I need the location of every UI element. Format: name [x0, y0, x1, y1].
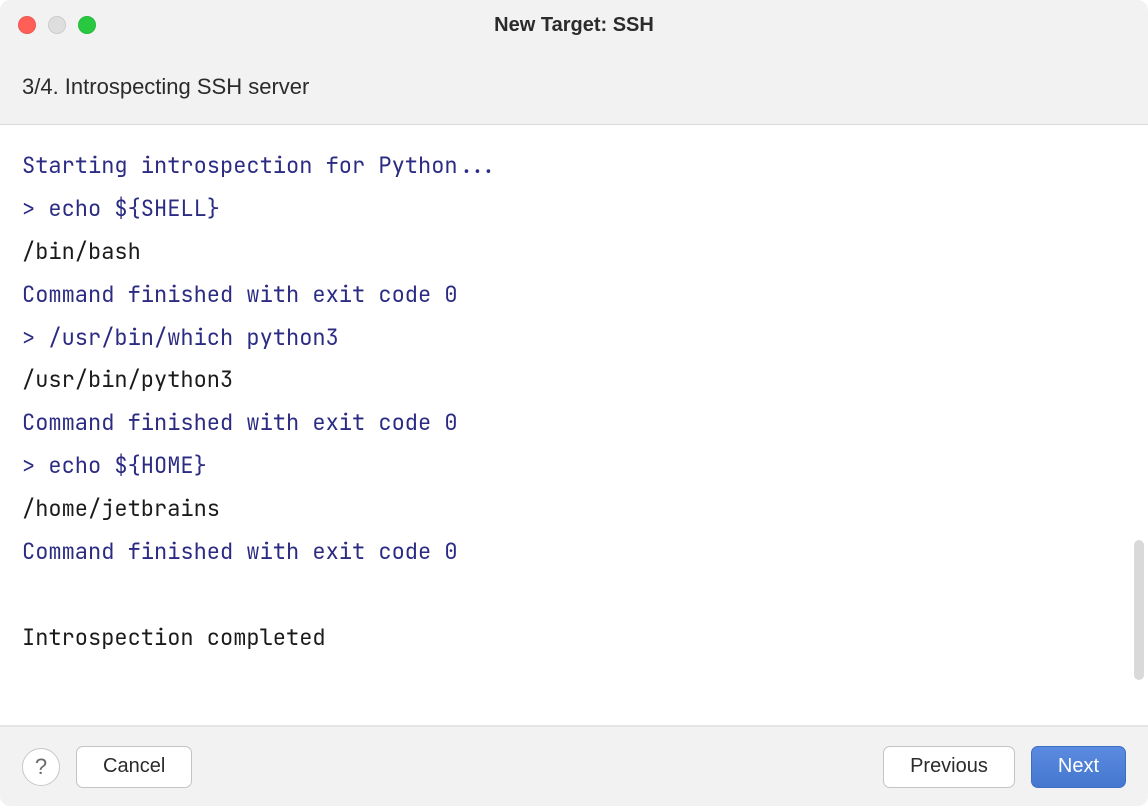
console-line: > echo ${HOME}	[22, 445, 1126, 488]
console-output[interactable]: Starting introspection for Python...> ec…	[0, 125, 1148, 725]
console-line: Starting introspection for Python...	[22, 145, 1126, 188]
cancel-button[interactable]: Cancel	[76, 746, 192, 788]
console-line: > /usr/bin/which python3	[22, 317, 1126, 360]
step-header: 3/4. Introspecting SSH server	[0, 50, 1148, 125]
help-button[interactable]: ?	[22, 748, 60, 786]
traffic-lights	[18, 16, 96, 34]
console-line: Command finished with exit code 0	[22, 402, 1126, 445]
console-line: Command finished with exit code 0	[22, 274, 1126, 317]
minimize-icon	[48, 16, 66, 34]
console-line: Introspection completed	[22, 617, 1126, 660]
console-line: /home/jetbrains	[22, 488, 1126, 531]
titlebar: New Target: SSH	[0, 0, 1148, 50]
footer: ? Cancel Previous Next	[0, 726, 1148, 806]
window-title: New Target: SSH	[0, 14, 1148, 37]
previous-button[interactable]: Previous	[883, 746, 1015, 788]
console-line: /usr/bin/python3	[22, 359, 1126, 402]
close-icon[interactable]	[18, 16, 36, 34]
console-line: Command finished with exit code 0	[22, 531, 1126, 574]
console-line: /bin/bash	[22, 231, 1126, 274]
scrollbar-thumb[interactable]	[1134, 540, 1144, 680]
dialog-window: New Target: SSH 3/4. Introspecting SSH s…	[0, 0, 1148, 806]
console-wrap: Starting introspection for Python...> ec…	[0, 125, 1148, 726]
zoom-icon[interactable]	[78, 16, 96, 34]
console-line	[22, 574, 1126, 617]
console-line: > echo ${SHELL}	[22, 188, 1126, 231]
next-button[interactable]: Next	[1031, 746, 1126, 788]
